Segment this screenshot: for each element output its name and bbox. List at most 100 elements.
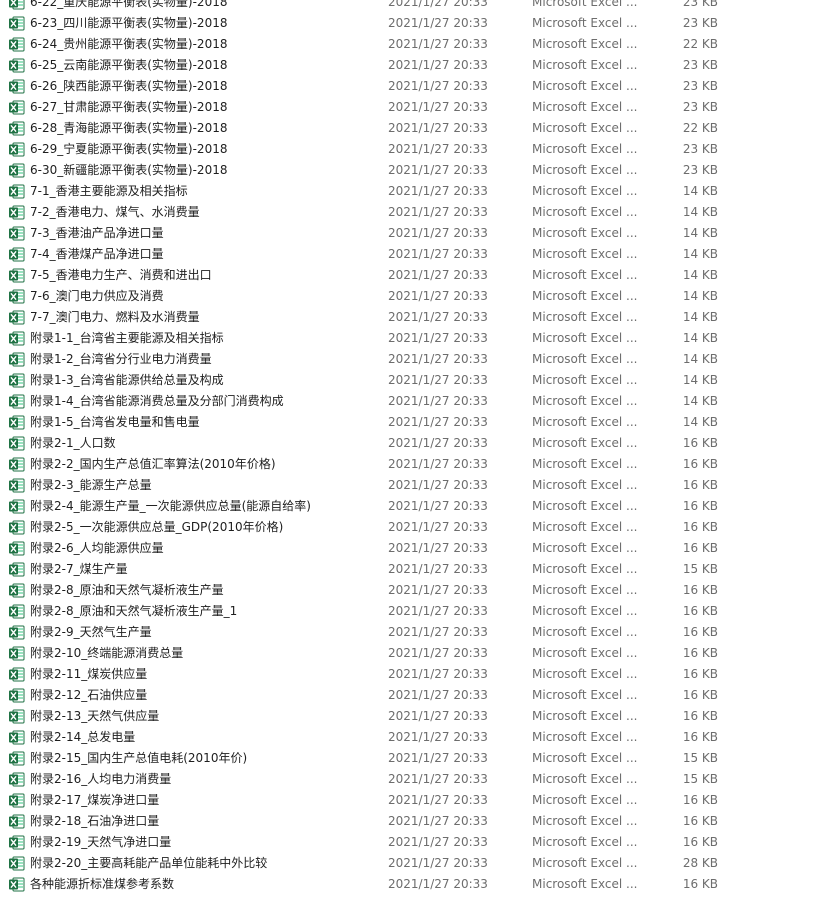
file-name[interactable]: 附录2-19_天然气净进口量	[30, 832, 171, 853]
file-size: 16 KB	[682, 520, 718, 534]
file-row[interactable]: 附录2-11_煤炭供应量 2021/1/27 20:33 Microsoft Exc…	[0, 664, 840, 685]
file-name[interactable]: 附录2-6_人均能源供应量	[30, 538, 164, 559]
file-name[interactable]: 附录2-8_原油和天然气凝析液生产量_1	[30, 601, 237, 622]
file-size: 23 KB	[682, 58, 718, 72]
file-name[interactable]: 6-30_新疆能源平衡表(实物量)-2018	[30, 160, 227, 181]
file-name[interactable]: 7-7_澳门电力、燃料及水消费量	[30, 307, 200, 328]
file-row[interactable]: 6-25_云南能源平衡表(实物量)-2018 2021/1/27 20:33 Mic…	[0, 55, 840, 76]
file-row[interactable]: 附录2-10_终端能源消费总量 2021/1/27 20:33 Microsoft …	[0, 643, 840, 664]
file-name[interactable]: 附录1-5_台湾省发电量和售电量	[30, 412, 200, 433]
file-type: Microsoft Excel ...	[532, 37, 638, 51]
file-date-modified: 2021/1/27 20:33	[388, 163, 488, 177]
file-name[interactable]: 6-23_四川能源平衡表(实物量)-2018	[30, 13, 227, 34]
file-name[interactable]: 附录2-18_石油净进口量	[30, 811, 159, 832]
file-name[interactable]: 7-2_香港电力、煤气、水消费量	[30, 202, 200, 223]
file-row[interactable]: 6-24_贵州能源平衡表(实物量)-2018 2021/1/27 20:33 Mic…	[0, 34, 840, 55]
file-name[interactable]: 6-22_重庆能源平衡表(实物量)-2018	[30, 0, 227, 13]
file-name[interactable]: 附录2-12_石油供应量	[30, 685, 147, 706]
file-row[interactable]: 附录2-8_原油和天然气凝析液生产量_1 2021/1/27 20:33 Micro…	[0, 601, 840, 622]
file-name[interactable]: 6-25_云南能源平衡表(实物量)-2018	[30, 55, 227, 76]
file-row[interactable]: 附录2-15_国内生产总值电耗(2010年价) 2021/1/27 20:33 Mi…	[0, 748, 840, 769]
file-row[interactable]: 附录2-12_石油供应量 2021/1/27 20:33 Microsoft Exc…	[0, 685, 840, 706]
file-row[interactable]: 附录2-4_能源生产量_一次能源供应总量(能源自给率) 2021/1/27 20:…	[0, 496, 840, 517]
file-row[interactable]: 7-1_香港主要能源及相关指标 2021/1/27 20:33 Microsoft …	[0, 181, 840, 202]
file-row[interactable]: 附录1-3_台湾省能源供给总量及构成 2021/1/27 20:33 Microso…	[0, 370, 840, 391]
file-row[interactable]: 附录2-8_原油和天然气凝析液生产量 2021/1/27 20:33 Microso…	[0, 580, 840, 601]
file-row[interactable]: 附录1-4_台湾省能源消费总量及分部门消费构成 2021/1/27 20:33 Mi…	[0, 391, 840, 412]
file-name[interactable]: 附录2-16_人均电力消费量	[30, 769, 171, 790]
file-name[interactable]: 附录2-20_主要高耗能产品单位能耗中外比较	[30, 853, 267, 874]
file-row[interactable]: 附录2-9_天然气生产量 2021/1/27 20:33 Microsoft Exc…	[0, 622, 840, 643]
file-size: 14 KB	[682, 226, 718, 240]
file-name[interactable]: 7-5_香港电力生产、消费和进出口	[30, 265, 212, 286]
file-type: Microsoft Excel ...	[532, 457, 638, 471]
file-row[interactable]: 附录2-14_总发电量 2021/1/27 20:33 Microsoft Exce…	[0, 727, 840, 748]
file-row[interactable]: 7-5_香港电力生产、消费和进出口 2021/1/27 20:33 Microsof…	[0, 265, 840, 286]
file-name[interactable]: 7-1_香港主要能源及相关指标	[30, 181, 188, 202]
file-name[interactable]: 6-28_青海能源平衡表(实物量)-2018	[30, 118, 227, 139]
file-name[interactable]: 附录1-1_台湾省主要能源及相关指标	[30, 328, 224, 349]
file-row[interactable]: 附录2-5_一次能源供应总量_GDP(2010年价格) 2021/1/27 20:…	[0, 517, 840, 538]
file-name[interactable]: 附录2-9_天然气生产量	[30, 622, 152, 643]
file-row[interactable]: 附录1-1_台湾省主要能源及相关指标 2021/1/27 20:33 Microso…	[0, 328, 840, 349]
file-name[interactable]: 附录2-3_能源生产总量	[30, 475, 152, 496]
file-name[interactable]: 附录2-5_一次能源供应总量_GDP(2010年价格)	[30, 517, 283, 538]
file-row[interactable]: 附录2-13_天然气供应量 2021/1/27 20:33 Microsoft Ex…	[0, 706, 840, 727]
file-row[interactable]: 附录2-7_煤生产量 2021/1/27 20:33 Microsoft Excel…	[0, 559, 840, 580]
file-name[interactable]: 各种能源折标准煤参考系数	[30, 874, 174, 895]
file-row[interactable]: 7-7_澳门电力、燃料及水消费量 2021/1/27 20:33 Microsoft…	[0, 307, 840, 328]
file-name[interactable]: 附录1-4_台湾省能源消费总量及分部门消费构成	[30, 391, 284, 412]
file-row[interactable]: 附录2-16_人均电力消费量 2021/1/27 20:33 Microsoft E…	[0, 769, 840, 790]
file-row[interactable]: 7-3_香港油产品净进口量 2021/1/27 20:33 Microsoft Ex…	[0, 223, 840, 244]
file-name[interactable]: 6-29_宁夏能源平衡表(实物量)-2018	[30, 139, 227, 160]
file-row[interactable]: 附录2-6_人均能源供应量 2021/1/27 20:33 Microsoft Ex…	[0, 538, 840, 559]
file-row[interactable]: 附录2-18_石油净进口量 2021/1/27 20:33 Microsoft Ex…	[0, 811, 840, 832]
file-name[interactable]: 附录2-7_煤生产量	[30, 559, 128, 580]
file-row[interactable]: 6-29_宁夏能源平衡表(实物量)-2018 2021/1/27 20:33 Mic…	[0, 139, 840, 160]
file-name[interactable]: 附录2-13_天然气供应量	[30, 706, 159, 727]
file-name[interactable]: 6-27_甘肃能源平衡表(实物量)-2018	[30, 97, 227, 118]
file-name[interactable]: 附录2-15_国内生产总值电耗(2010年价)	[30, 748, 247, 769]
file-type: Microsoft Excel ...	[532, 835, 638, 849]
file-row[interactable]: 附录2-3_能源生产总量 2021/1/27 20:33 Microsoft Exc…	[0, 475, 840, 496]
file-row[interactable]: 6-22_重庆能源平衡表(实物量)-2018 2021/1/27 20:33 Mic…	[0, 0, 840, 13]
file-row[interactable]: 6-30_新疆能源平衡表(实物量)-2018 2021/1/27 20:33 Mic…	[0, 160, 840, 181]
file-name[interactable]: 附录1-2_台湾省分行业电力消费量	[30, 349, 212, 370]
file-row[interactable]: 7-6_澳门电力供应及消费 2021/1/27 20:33 Microsoft Ex…	[0, 286, 840, 307]
file-name[interactable]: 7-6_澳门电力供应及消费	[30, 286, 164, 307]
file-row[interactable]: 6-23_四川能源平衡表(实物量)-2018 2021/1/27 20:33 Mic…	[0, 13, 840, 34]
file-name[interactable]: 附录2-11_煤炭供应量	[30, 664, 147, 685]
file-row[interactable]: 附录1-2_台湾省分行业电力消费量 2021/1/27 20:33 Microsof…	[0, 349, 840, 370]
file-date-modified: 2021/1/27 20:33	[388, 583, 488, 597]
file-name[interactable]: 6-24_贵州能源平衡表(实物量)-2018	[30, 34, 227, 55]
file-row[interactable]: 附录1-5_台湾省发电量和售电量 2021/1/27 20:33 Microsoft…	[0, 412, 840, 433]
file-row[interactable]: 6-27_甘肃能源平衡表(实物量)-2018 2021/1/27 20:33 Mic…	[0, 97, 840, 118]
file-name[interactable]: 附录1-3_台湾省能源供给总量及构成	[30, 370, 224, 391]
file-name[interactable]: 6-26_陕西能源平衡表(实物量)-2018	[30, 76, 227, 97]
file-name[interactable]: 附录2-2_国内生产总值汇率算法(2010年价格)	[30, 454, 276, 475]
file-row[interactable]: 附录2-2_国内生产总值汇率算法(2010年价格) 2021/1/27 20:33…	[0, 454, 840, 475]
file-name[interactable]: 附录2-1_人口数	[30, 433, 116, 454]
file-name[interactable]: 附录2-10_终端能源消费总量	[30, 643, 183, 664]
file-type: Microsoft Excel ...	[532, 583, 638, 597]
file-name[interactable]: 附录2-17_煤炭净进口量	[30, 790, 159, 811]
file-row[interactable]: 6-28_青海能源平衡表(实物量)-2018 2021/1/27 20:33 Mic…	[0, 118, 840, 139]
file-row[interactable]: 各种能源折标准煤参考系数 2021/1/27 20:33 Microsoft Exc…	[0, 874, 840, 895]
file-row[interactable]: 6-26_陕西能源平衡表(实物量)-2018 2021/1/27 20:33 Mic…	[0, 76, 840, 97]
file-name[interactable]: 附录2-4_能源生产量_一次能源供应总量(能源自给率)	[30, 496, 311, 517]
excel-file-icon	[9, 289, 25, 304]
file-row[interactable]: 7-2_香港电力、煤气、水消费量 2021/1/27 20:33 Microsoft…	[0, 202, 840, 223]
file-size: 14 KB	[682, 268, 718, 282]
file-name[interactable]: 7-4_香港煤产品净进口量	[30, 244, 164, 265]
file-type: Microsoft Excel ...	[532, 730, 638, 744]
file-date-modified: 2021/1/27 20:33	[388, 877, 488, 891]
file-name[interactable]: 附录2-14_总发电量	[30, 727, 135, 748]
file-row[interactable]: 7-4_香港煤产品净进口量 2021/1/27 20:33 Microsoft Ex…	[0, 244, 840, 265]
file-row[interactable]: 附录2-1_人口数 2021/1/27 20:33 Microsoft Excel …	[0, 433, 840, 454]
file-row[interactable]: 附录2-20_主要高耗能产品单位能耗中外比较 2021/1/27 20:33 Mic…	[0, 853, 840, 874]
file-row[interactable]: 附录2-17_煤炭净进口量 2021/1/27 20:33 Microsoft Ex…	[0, 790, 840, 811]
file-date-modified: 2021/1/27 20:33	[388, 289, 488, 303]
file-row[interactable]: 附录2-19_天然气净进口量 2021/1/27 20:33 Microsoft E…	[0, 832, 840, 853]
file-name[interactable]: 附录2-8_原油和天然气凝析液生产量	[30, 580, 224, 601]
file-name[interactable]: 7-3_香港油产品净进口量	[30, 223, 164, 244]
